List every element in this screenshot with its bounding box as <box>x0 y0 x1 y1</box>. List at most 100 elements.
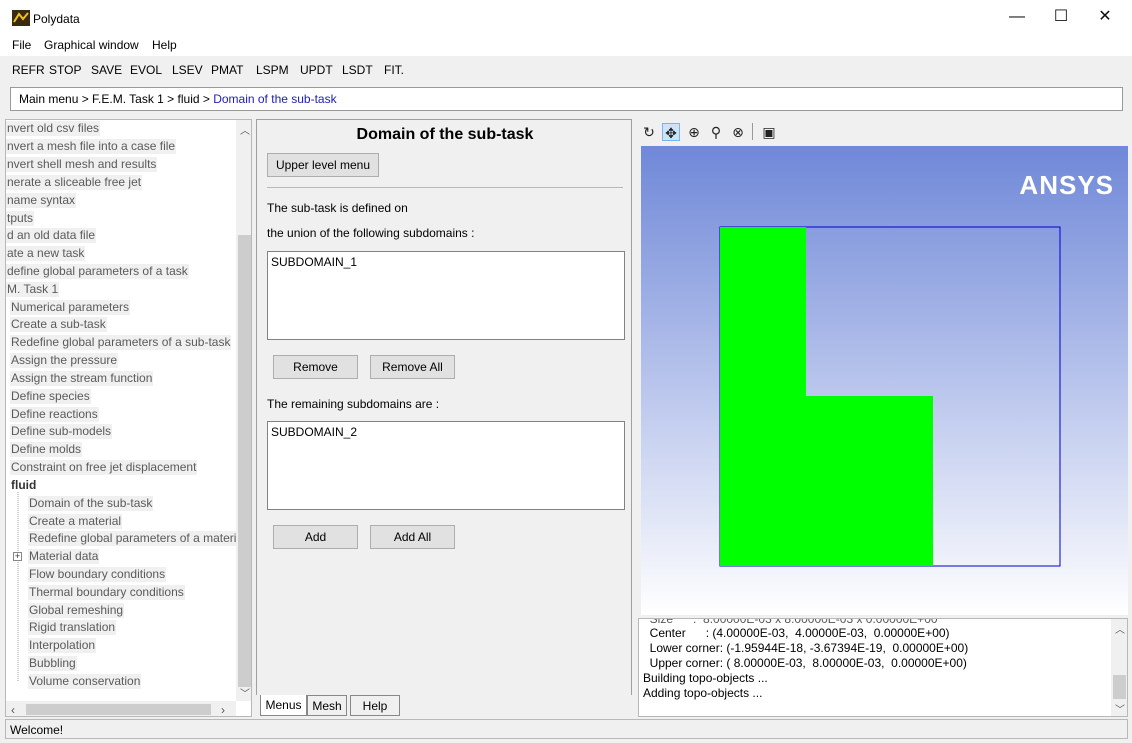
tree-item[interactable]: M. Task 1 <box>6 282 60 297</box>
tree-item[interactable]: tputs <box>6 211 35 226</box>
scroll-left-icon[interactable]: ‹ <box>11 703 15 716</box>
upper-level-menu-button[interactable]: Upper level menu <box>267 153 379 177</box>
tree-item[interactable]: nerate a sliceable free jet <box>6 175 143 190</box>
status-bar: Welcome! <box>5 719 1128 739</box>
log-line: Adding topo-objects ... <box>643 686 763 700</box>
tree-item-domain[interactable]: Domain of the sub-task <box>28 496 154 511</box>
sub-task-panel: Domain of the sub-task Upper level menu … <box>256 119 632 695</box>
tree-item[interactable]: Redefine global parameters of a materia <box>28 531 245 546</box>
rotate-icon[interactable]: ↻ <box>640 123 658 141</box>
tree-item[interactable]: define global parameters of a task <box>6 264 189 279</box>
tree-item[interactable]: Define sub-models <box>10 424 113 439</box>
tree-item[interactable]: Define reactions <box>10 407 99 422</box>
tree-item[interactable]: Define species <box>10 389 91 404</box>
stop-button[interactable]: STOP <box>49 63 81 77</box>
log-scroll-thumb[interactable] <box>1113 675 1126 699</box>
lspm-button[interactable]: LSPM <box>256 63 289 77</box>
log-line: Center : (4.00000E-03, 4.00000E-03, 0.00… <box>643 626 950 640</box>
tree-item-fluid[interactable]: fluid <box>10 478 37 493</box>
title-bar: Polydata — ☐ ✕ <box>0 0 1132 34</box>
refr-button[interactable]: REFR <box>12 63 45 77</box>
tree-item[interactable]: Interpolation <box>28 638 97 653</box>
tree-item[interactable]: Redefine global parameters of a sub-task <box>10 335 232 350</box>
breadcrumb-current[interactable]: Domain of the sub-task <box>213 92 336 106</box>
tree-item[interactable]: Flow boundary conditions <box>28 567 167 582</box>
breadcrumb: Main menu > F.E.M. Task 1 > fluid > Doma… <box>10 87 1123 111</box>
expand-icon[interactable]: + <box>13 552 22 561</box>
pmat-button[interactable]: PMAT <box>211 63 243 77</box>
tree-item[interactable]: Rigid translation <box>28 620 117 635</box>
toolbar <box>0 57 1132 83</box>
scroll-up-icon[interactable]: ︿ <box>240 122 250 137</box>
app-icon <box>12 10 30 26</box>
log-console[interactable]: Size : 8.00000E-03 x 8.00000E-03 x 0.000… <box>638 618 1128 717</box>
tree-item[interactable]: Assign the pressure <box>10 353 119 368</box>
window-title: Polydata <box>33 12 80 26</box>
zoom-icon[interactable]: ⚲ <box>707 123 725 141</box>
log-line: Size : 8.00000E-03 x 8.00000E-03 x 0.000… <box>643 618 938 626</box>
separator <box>267 187 623 188</box>
tree-item[interactable]: Constraint on free jet displacement <box>10 460 198 475</box>
tree-item[interactable]: nvert a mesh file into a case file <box>6 139 177 154</box>
menu-help[interactable]: Help <box>152 38 177 52</box>
mesh-drawing <box>719 226 1061 567</box>
scroll-down-icon[interactable]: ﹀ <box>240 685 250 700</box>
add-button[interactable]: Add <box>273 525 358 549</box>
tree-item[interactable]: Create a material <box>28 514 123 529</box>
add-all-button[interactable]: Add All <box>370 525 455 549</box>
horizontal-scroll-thumb[interactable] <box>26 704 211 715</box>
toolbar-divider <box>752 123 753 140</box>
tab-mesh[interactable]: Mesh <box>307 695 347 716</box>
subdomain-shape <box>720 227 933 566</box>
tree-item[interactable]: Thermal boundary conditions <box>28 585 185 600</box>
tree-item[interactable]: Material data <box>28 549 100 564</box>
close-button[interactable]: ✕ <box>1082 0 1128 34</box>
save-button[interactable]: SAVE <box>91 63 122 77</box>
log-line: Building topo-objects ... <box>643 671 768 685</box>
remove-button[interactable]: Remove <box>273 355 358 379</box>
scroll-down-icon[interactable]: ﹀ <box>1115 701 1125 716</box>
tree-item[interactable]: name syntax <box>6 193 77 208</box>
breadcrumb-path: Main menu > F.E.M. Task 1 > fluid > <box>19 92 214 106</box>
minimize-button[interactable]: — <box>994 0 1040 34</box>
tree-item[interactable]: Bubbling <box>28 656 77 671</box>
updt-button[interactable]: UPDT <box>300 63 333 77</box>
tree-item[interactable]: nvert old csv files <box>6 121 101 136</box>
log-line: Lower corner: (-1.95944E-18, -3.67394E-1… <box>643 641 969 655</box>
lsev-button[interactable]: LSEV <box>172 63 203 77</box>
tree-item[interactable]: Volume conservation <box>28 674 142 689</box>
defined-on-label: The sub-task is defined on <box>267 201 408 215</box>
lsdt-button[interactable]: LSDT <box>342 63 373 77</box>
tree-item[interactable]: Global remeshing <box>28 603 125 618</box>
menu-tree: nvert old csv files nvert a mesh file in… <box>5 119 252 717</box>
panel-title: Domain of the sub-task <box>356 126 534 143</box>
vertical-scroll-thumb[interactable] <box>238 235 251 687</box>
tree-item[interactable]: nvert shell mesh and results <box>6 157 158 172</box>
union-label: the union of the following subdomains : <box>267 226 475 240</box>
tree-item[interactable]: Define molds <box>10 442 83 457</box>
zoom-box-icon[interactable]: ⊗ <box>729 123 747 141</box>
remove-all-button[interactable]: Remove All <box>370 355 455 379</box>
tree-item[interactable]: Numerical parameters <box>10 300 131 315</box>
tab-menus[interactable]: Menus <box>260 695 307 716</box>
scroll-right-icon[interactable]: › <box>221 703 225 716</box>
scroll-up-icon[interactable]: ︿ <box>1115 621 1125 636</box>
list-item[interactable]: SUBDOMAIN_1 <box>271 255 621 269</box>
pan-icon[interactable]: ✥ <box>662 123 680 141</box>
tree-item[interactable]: Assign the stream function <box>10 371 154 386</box>
tree-item[interactable]: ate a new task <box>6 246 86 261</box>
list-item[interactable]: SUBDOMAIN_2 <box>271 425 621 439</box>
tree-item[interactable]: Create a sub-task <box>10 317 107 332</box>
zoom-in-icon[interactable]: ⊕ <box>685 123 703 141</box>
menu-graphical-window[interactable]: Graphical window <box>44 38 139 52</box>
tab-help[interactable]: Help <box>350 695 400 716</box>
maximize-button[interactable]: ☐ <box>1038 0 1084 34</box>
camera-icon[interactable]: ▣ <box>760 123 778 141</box>
tree-item[interactable]: d an old data file <box>6 228 97 243</box>
fit-button[interactable]: FIT. <box>384 63 404 77</box>
graphics-viewport[interactable]: ANSYS <box>641 146 1128 615</box>
menu-file[interactable]: File <box>12 38 31 52</box>
selected-subdomains-list[interactable]: SUBDOMAIN_1 <box>267 251 625 340</box>
evol-button[interactable]: EVOL <box>130 63 162 77</box>
remaining-subdomains-list[interactable]: SUBDOMAIN_2 <box>267 421 625 510</box>
